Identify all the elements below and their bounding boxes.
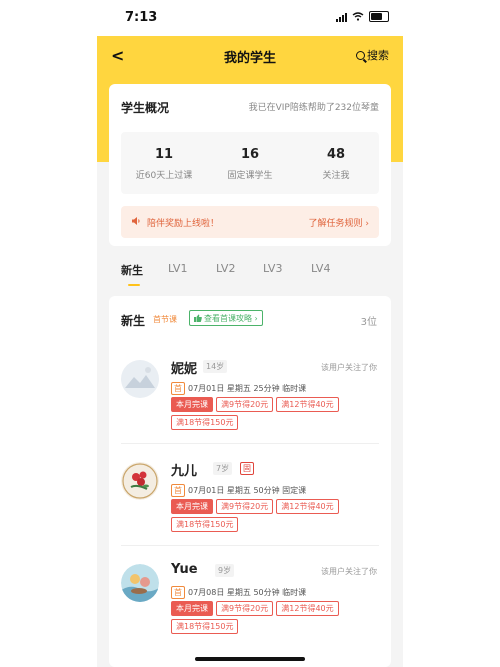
tab-lv3[interactable]: LV3: [263, 262, 282, 275]
search-button[interactable]: 搜索: [356, 47, 389, 63]
status-bar: 7:13: [97, 0, 403, 36]
signal-icon: [336, 12, 347, 22]
badge-12-lessons: 满12节得40元: [276, 601, 339, 616]
badge-month-complete: 本月完课: [171, 601, 213, 616]
avatar: [121, 462, 159, 500]
first-badge: 首: [171, 586, 185, 599]
overview-card: 学生概况 我已在VIP陪练帮助了232位琴童 11 近60天上过课 16 固定课…: [109, 84, 391, 246]
speaker-icon: [132, 217, 140, 225]
follow-status: 该用户关注了你: [321, 567, 377, 576]
stat-recent-60-days[interactable]: 11 近60天上过课: [121, 132, 207, 194]
home-indicator[interactable]: [195, 657, 305, 661]
first-lesson-tag: 首节课: [153, 315, 177, 324]
stat-fixed-students[interactable]: 16 固定课学生: [207, 132, 293, 194]
first-lesson-guide-button[interactable]: 查看首课攻略 ›: [189, 310, 263, 326]
search-icon: [356, 50, 365, 60]
badge-month-complete: 本月完课: [171, 397, 213, 412]
badge-18-lessons: 满18节得150元: [171, 619, 239, 634]
student-age: 9岁: [215, 564, 235, 577]
stat-value: 16: [240, 147, 260, 162]
badge-12-lessons: 满12节得40元: [276, 499, 339, 514]
badge-month-complete: 本月完课: [171, 499, 213, 514]
level-tabs: 新生 LV1 LV2 LV3 LV4: [97, 258, 403, 288]
overview-title: 学生概况: [121, 101, 170, 115]
student-name: Yue: [171, 562, 198, 577]
lesson-details: 07月08日 星期五 50分钟 临时课: [188, 588, 307, 597]
fixed-lesson-badge: 固: [240, 462, 254, 475]
badge-12-lessons: 满12节得40元: [276, 397, 339, 412]
badge-9-lessons: 满9节得20元: [216, 499, 274, 514]
student-name: 妮妮: [171, 362, 198, 377]
student-count: 3位: [360, 317, 377, 328]
divider: [121, 443, 379, 444]
reward-banner[interactable]: 陪伴奖励上线啦！ 了解任务规则 ›: [121, 206, 379, 238]
nav-bar: < 我的学生 搜索: [97, 36, 403, 76]
overview-subtitle: 我已在VIP陪练帮助了232位琴童: [248, 103, 379, 113]
first-badge: 首: [171, 382, 185, 395]
student-age: 7岁: [213, 462, 233, 475]
stat-value: 11: [154, 147, 174, 162]
thumbs-up-icon: [194, 314, 202, 322]
student-name: 九儿: [171, 464, 198, 479]
wifi-icon: [352, 12, 364, 21]
guide-label: 查看首课攻略 ›: [204, 313, 258, 323]
tab-lv2[interactable]: LV2: [216, 262, 235, 275]
divider: [121, 545, 379, 546]
tab-underline: [128, 284, 140, 286]
tab-new[interactable]: 新生: [121, 262, 143, 278]
stat-label: 近60天上过课: [135, 171, 193, 181]
list-title: 新生: [121, 314, 146, 328]
phone-screen: 7:13 < 我的学生 搜索 学生概况 我已在VIP陪练帮助了232位琴童 11…: [97, 0, 403, 667]
stats-panel: 11 近60天上过课 16 固定课学生 48 关注我: [121, 132, 379, 194]
search-label: 搜索: [367, 49, 389, 62]
tab-lv4[interactable]: LV4: [311, 262, 330, 275]
avatar: [121, 360, 159, 398]
battery-icon: [369, 11, 389, 22]
badge-18-lessons: 满18节得150元: [171, 517, 239, 532]
lesson-info: 首 07月08日 星期五 50分钟 临时课: [171, 586, 306, 599]
status-time: 7:13: [125, 10, 158, 25]
student-age: 14岁: [203, 360, 228, 373]
tab-lv1[interactable]: LV1: [168, 262, 187, 275]
lesson-info: 首 07月01日 星期五 50分钟 固定课: [171, 484, 306, 497]
lesson-details: 07月01日 星期五 25分钟 临时课: [188, 384, 307, 393]
follow-status: 该用户关注了你: [321, 363, 377, 372]
badge-9-lessons: 满9节得20元: [216, 601, 274, 616]
lesson-info: 首 07月01日 星期五 25分钟 临时课: [171, 382, 306, 395]
stat-followers[interactable]: 48 关注我: [293, 132, 379, 194]
status-icons: [336, 11, 389, 22]
badge-9-lessons: 满9节得20元: [216, 397, 274, 412]
reward-badges: 本月完课 满9节得20元 满12节得40元 满18节得150元: [171, 499, 381, 532]
student-row[interactable]: 妮妮 14岁 该用户关注了你 首 07月01日 星期五 25分钟 临时课 本月完…: [109, 344, 391, 444]
badge-18-lessons: 满18节得150元: [171, 415, 239, 430]
stat-label: 固定课学生: [227, 171, 273, 181]
stat-value: 48: [326, 147, 346, 162]
lesson-details: 07月01日 星期五 50分钟 固定课: [188, 486, 307, 495]
student-row[interactable]: 九儿 7岁 固 首 07月01日 星期五 50分钟 固定课 本月完课 满9节得2…: [109, 446, 391, 546]
banner-text: 陪伴奖励上线啦！: [147, 219, 220, 229]
task-rules-link[interactable]: 了解任务规则 ›: [309, 216, 369, 229]
student-list-card: 新生 首节课 查看首课攻略 › 3位 妮妮 14岁 该用户关注了你 首 07月0…: [109, 296, 391, 667]
reward-badges: 本月完课 满9节得20元 满12节得40元 满18节得150元: [171, 397, 381, 430]
stat-label: 关注我: [322, 171, 350, 181]
reward-badges: 本月完课 满9节得20元 满12节得40元 满18节得150元: [171, 601, 381, 634]
first-badge: 首: [171, 484, 185, 497]
student-row[interactable]: Yue 9岁 该用户关注了你 首 07月08日 星期五 50分钟 临时课 本月完…: [109, 548, 391, 648]
avatar: [121, 564, 159, 602]
